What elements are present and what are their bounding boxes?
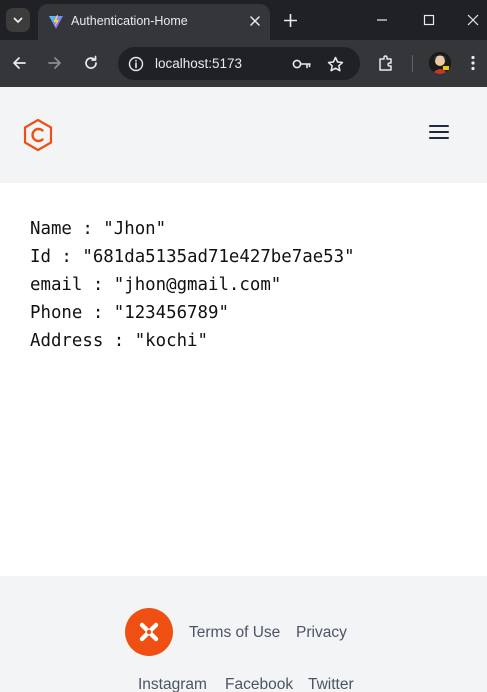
toolbar-separator [412,55,413,72]
window-close-icon[interactable] [463,10,483,30]
x-mark-icon [139,622,159,642]
user-profile-details: Name : "Jhon" Id : "681da5135ad71e427be7… [30,215,355,355]
tab-close-icon[interactable] [246,12,264,30]
back-arrow-icon[interactable] [8,52,30,74]
extensions-puzzle-icon[interactable] [375,52,397,74]
profile-phone: Phone : "123456789" [30,303,229,323]
profile-address: Address : "kochi" [30,331,208,351]
address-bar[interactable]: localhost:5173 [118,47,360,80]
tab-title: Authentication-Home [71,14,188,28]
browser-toolbar: localhost:5173 [0,40,487,87]
url-text[interactable]: localhost:5173 [155,56,242,71]
password-key-icon[interactable] [292,54,312,74]
browser-tab[interactable]: Authentication-Home [38,4,270,40]
site-header [0,87,487,183]
profile-email: email : "jhon@gmail.com" [30,275,282,295]
browser-menu-icon[interactable] [462,52,484,74]
minimize-icon[interactable] [372,10,392,30]
forward-arrow-icon[interactable] [44,52,66,74]
vite-icon [49,15,63,29]
brand-logo-icon[interactable] [22,118,54,152]
new-tab-plus-icon[interactable] [280,10,300,30]
footer-logo-badge[interactable] [125,608,173,656]
browser-tab-strip: Authentication-Home [0,0,487,40]
chevron-down-icon [13,17,23,23]
facebook-link[interactable]: Facebook [225,676,293,692]
privacy-link[interactable]: Privacy [296,624,347,642]
reload-icon[interactable] [80,52,102,74]
maximize-icon[interactable] [419,10,439,30]
site-footer: Terms of Use Privacy Instagram Facebook … [0,576,487,692]
site-info-icon[interactable] [126,54,146,74]
hamburger-menu-icon[interactable] [427,120,451,144]
bookmark-star-icon[interactable] [325,54,345,74]
twitter-link[interactable]: Twitter [308,676,354,692]
tab-search-button[interactable] [6,8,30,32]
profile-name: Name : "Jhon" [30,219,167,239]
profile-id: Id : "681da5135ad71e427be7ae53" [30,247,355,267]
instagram-link[interactable]: Instagram [138,676,207,692]
terms-of-use-link[interactable]: Terms of Use [189,624,280,642]
profile-avatar[interactable] [429,52,451,74]
